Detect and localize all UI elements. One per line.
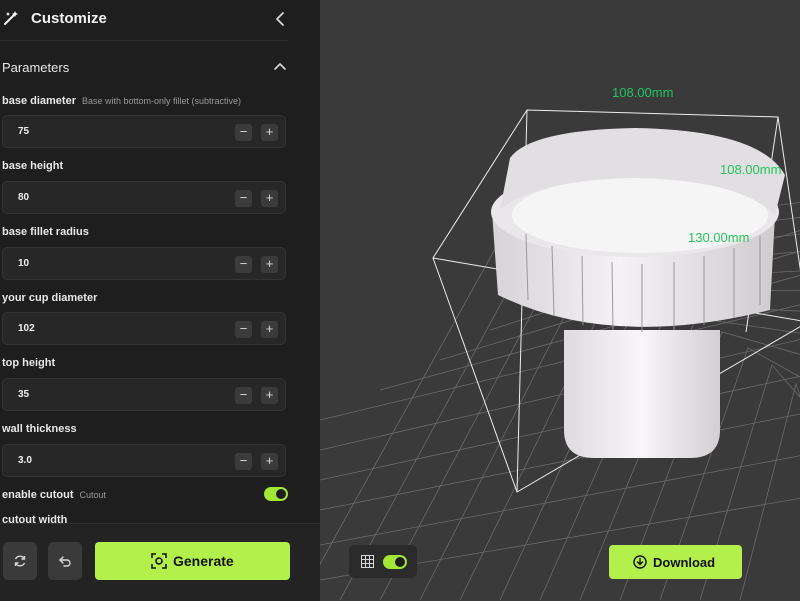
increment-button[interactable]: + bbox=[261, 387, 278, 404]
enable-cutout-toggle[interactable] bbox=[264, 487, 288, 501]
param-label-base-height: base height bbox=[2, 160, 64, 172]
magic-wand-icon bbox=[4, 11, 18, 25]
section-title-parameters[interactable]: Parameters bbox=[2, 60, 69, 75]
collapse-sidebar-icon[interactable] bbox=[272, 10, 290, 28]
param-input-top-height[interactable]: 35 − + bbox=[2, 378, 286, 411]
increment-button[interactable]: + bbox=[261, 453, 278, 470]
param-input-base-diameter[interactable]: 75 − + bbox=[2, 115, 286, 148]
param-input-base-fillet-radius[interactable]: 10 − + bbox=[2, 247, 286, 280]
3d-viewport[interactable]: 108.00mm 108.00mm 130.00mm bbox=[320, 0, 800, 600]
chevron-up-icon[interactable] bbox=[272, 59, 288, 73]
increment-button[interactable]: + bbox=[261, 190, 278, 207]
param-value[interactable]: 3.0 bbox=[18, 455, 32, 466]
param-value[interactable]: 75 bbox=[18, 126, 29, 137]
param-label-base-fillet-radius: base fillet radius bbox=[2, 226, 89, 238]
undo-button[interactable] bbox=[48, 542, 82, 580]
param-label-top-height: top height bbox=[2, 357, 56, 369]
model-scene bbox=[320, 109, 800, 600]
undo-icon bbox=[59, 556, 71, 567]
param-value[interactable]: 35 bbox=[18, 389, 29, 400]
param-label-wall-thickness: wall thickness bbox=[2, 423, 77, 435]
sidebar-footer: Generate bbox=[0, 523, 320, 601]
sidebar: Customize Parameters base diameter Base w… bbox=[0, 0, 320, 601]
dimension-width-label: 108.00mm bbox=[612, 85, 674, 100]
param-hint-base-diameter: Base with bottom-only fillet (subtractiv… bbox=[81, 96, 242, 106]
param-value[interactable]: 10 bbox=[18, 258, 29, 269]
param-value[interactable]: 80 bbox=[18, 192, 29, 203]
download-button[interactable]: Download bbox=[609, 545, 742, 579]
param-input-cup-diameter[interactable]: 102 − + bbox=[2, 312, 286, 345]
cup-holder-model bbox=[491, 128, 785, 458]
scan-icon bbox=[151, 553, 167, 569]
sidebar-header: Customize bbox=[0, 0, 320, 40]
param-label-enable-cutout: enable cutout Cutout bbox=[2, 489, 107, 501]
generate-button[interactable]: Generate bbox=[95, 542, 290, 580]
param-hint-enable-cutout: Cutout bbox=[79, 490, 107, 500]
decrement-button[interactable]: − bbox=[235, 387, 252, 404]
dimension-height-label: 130.00mm bbox=[688, 230, 750, 245]
param-input-wall-thickness[interactable]: 3.0 − + bbox=[2, 444, 286, 477]
increment-button[interactable]: + bbox=[261, 124, 278, 141]
decrement-button[interactable]: − bbox=[235, 190, 252, 207]
download-label: Download bbox=[653, 555, 716, 570]
param-value[interactable]: 102 bbox=[18, 323, 35, 334]
reset-button[interactable] bbox=[3, 542, 37, 580]
increment-button[interactable]: + bbox=[261, 256, 278, 273]
dimension-depth-label: 108.00mm bbox=[720, 162, 782, 177]
toggle-knob bbox=[395, 557, 405, 567]
decrement-button[interactable]: − bbox=[235, 124, 252, 141]
decrement-button[interactable]: − bbox=[235, 453, 252, 470]
param-label-cup-diameter: your cup diameter bbox=[2, 292, 98, 304]
grid-toggle[interactable] bbox=[383, 555, 407, 569]
param-label-base-diameter: base diameter Base with bottom-only fille… bbox=[2, 95, 242, 107]
toggle-knob bbox=[276, 489, 286, 499]
grid-icon bbox=[361, 555, 374, 568]
decrement-button[interactable]: − bbox=[235, 256, 252, 273]
generate-label: Generate bbox=[173, 553, 234, 569]
refresh-icon bbox=[14, 555, 26, 567]
param-input-base-height[interactable]: 80 − + bbox=[2, 181, 286, 214]
decrement-button[interactable]: − bbox=[235, 321, 252, 338]
download-icon bbox=[633, 555, 647, 569]
grid-toggle-control[interactable] bbox=[349, 545, 417, 578]
increment-button[interactable]: + bbox=[261, 321, 278, 338]
app-title: Customize bbox=[31, 10, 107, 27]
header-divider bbox=[0, 40, 288, 41]
